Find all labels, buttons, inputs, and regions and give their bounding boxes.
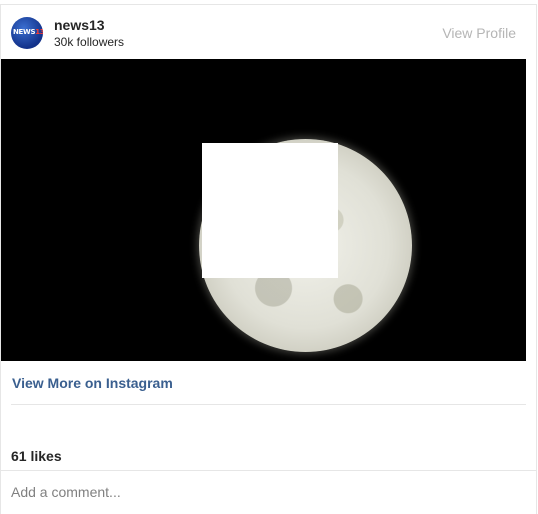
view-profile-button[interactable]: View Profile (442, 25, 516, 41)
post-header: NEWS13 news13 30k followers View Profile (1, 5, 536, 58)
news13-logo: NEWS13 (13, 28, 43, 36)
view-more-on-instagram-link[interactable]: View More on Instagram (12, 375, 173, 391)
username[interactable]: news13 (54, 17, 105, 33)
redaction-block (202, 143, 338, 278)
like-count[interactable]: 61 likes (11, 448, 62, 464)
avatar[interactable]: NEWS13 (11, 17, 43, 49)
follower-count: 30k followers (54, 35, 125, 49)
post-image[interactable] (1, 59, 526, 361)
instagram-embed-card: NEWS13 news13 30k followers View Profile… (0, 4, 537, 514)
divider (11, 404, 526, 405)
comment-input[interactable] (11, 482, 511, 502)
divider (1, 470, 536, 471)
